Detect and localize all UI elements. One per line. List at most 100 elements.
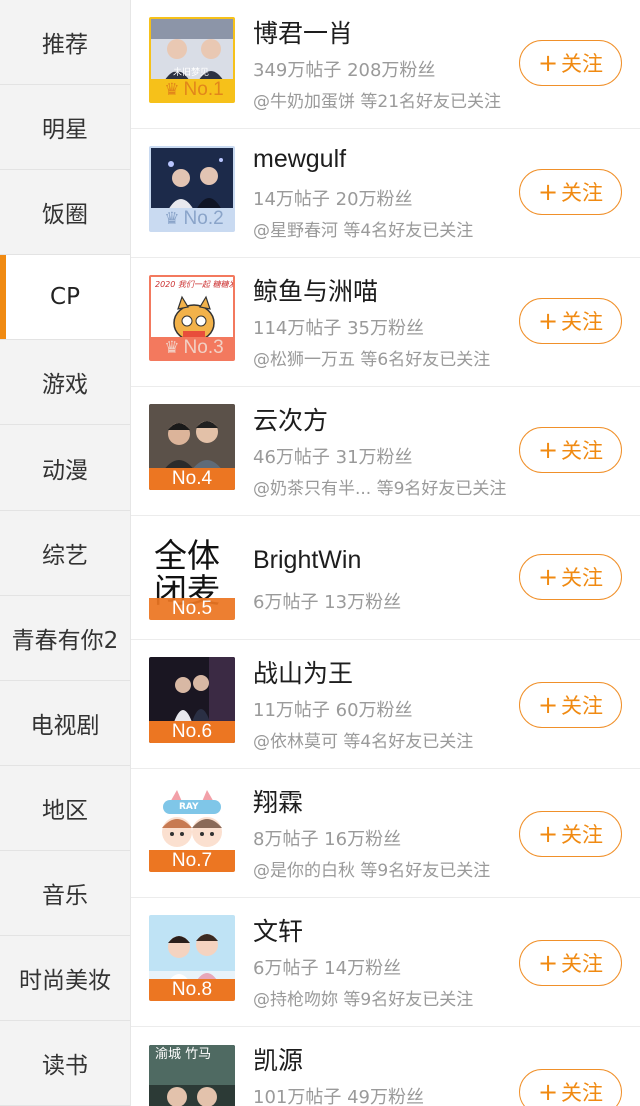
avatar[interactable]: No.4 bbox=[149, 404, 235, 490]
sidebar-item-games[interactable]: 游戏 bbox=[0, 340, 130, 426]
sidebar-item-cp[interactable]: CP bbox=[0, 255, 130, 341]
category-sidebar: 推荐 明星 饭圈 CP 游戏 动漫 综艺 青春有你2 电视剧 地区 音乐 时尚美… bbox=[0, 0, 131, 1106]
rank-badge: ♛ No.3 bbox=[151, 337, 233, 359]
plus-icon: + bbox=[537, 307, 559, 335]
friends-followed: @是你的白秋 等9名好友已关注 bbox=[253, 861, 491, 881]
cp-name[interactable]: 凯源 bbox=[253, 1041, 303, 1077]
rank-badge: ♛ No.1 bbox=[151, 79, 233, 101]
rank-label: No.3 bbox=[183, 337, 224, 358]
avatar[interactable]: 全体闭麦 No.5 bbox=[149, 534, 235, 620]
cp-name[interactable]: 战山为王 bbox=[253, 654, 353, 690]
follow-label: 关注 bbox=[561, 566, 604, 590]
crown-icon: ♛ bbox=[164, 80, 180, 99]
post-fan-count: 6万帖子 13万粉丝 bbox=[253, 592, 402, 613]
follow-label: 关注 bbox=[561, 952, 604, 976]
post-fan-count: 8万帖子 16万粉丝 bbox=[253, 829, 402, 850]
plus-icon: + bbox=[537, 1078, 559, 1106]
follow-button[interactable]: + 关注 bbox=[519, 811, 622, 857]
rank-label: No.7 bbox=[171, 850, 213, 871]
plus-icon: + bbox=[537, 563, 559, 591]
sidebar-item-fashion-beauty[interactable]: 时尚美妆 bbox=[0, 936, 130, 1022]
sidebar-item-music[interactable]: 音乐 bbox=[0, 851, 130, 937]
rank-label: No.8 bbox=[171, 979, 213, 1000]
rank-badge: No.4 bbox=[149, 468, 235, 490]
list-item[interactable]: 未旧梦见 ♛ No.1 博君一肖 349万帖子 208万粉丝 @牛奶加蛋饼 等2… bbox=[131, 0, 640, 129]
plus-icon: + bbox=[537, 820, 559, 848]
cp-name[interactable]: 翔霖 bbox=[253, 783, 303, 819]
plus-icon: + bbox=[537, 178, 559, 206]
avatar[interactable]: No.6 bbox=[149, 657, 235, 743]
avatar[interactable]: 2020 我们一起 糖糖发 ♛ No.3 bbox=[149, 275, 235, 361]
friends-followed: @持枪吻妳 等9名好友已关注 bbox=[253, 990, 474, 1010]
follow-button[interactable]: + 关注 bbox=[519, 940, 622, 986]
post-fan-count: 349万帖子 208万粉丝 bbox=[253, 60, 436, 81]
follow-label: 关注 bbox=[561, 694, 604, 718]
sidebar-item-region[interactable]: 地区 bbox=[0, 766, 130, 851]
list-item[interactable]: ♛ No.2 mewgulf 14万帖子 20万粉丝 @星野春河 等4名好友已关… bbox=[131, 129, 640, 258]
rank-badge: No.5 bbox=[149, 598, 235, 620]
sidebar-item-anime[interactable]: 动漫 bbox=[0, 425, 130, 511]
cp-name[interactable]: 鲸鱼与洲喵 bbox=[253, 272, 378, 308]
follow-button[interactable]: + 关注 bbox=[519, 169, 622, 215]
rank-label: No.5 bbox=[171, 598, 213, 619]
list-item[interactable]: No.4 云次方 46万帖子 31万粉丝 @奶茶只有半... 等9名好友已关注 … bbox=[131, 387, 640, 516]
plus-icon: + bbox=[537, 949, 559, 977]
post-fan-count: 114万帖子 35万粉丝 bbox=[253, 318, 424, 339]
avatar[interactable]: ♛ No.2 bbox=[149, 146, 235, 232]
rank-label: No.4 bbox=[171, 468, 213, 489]
post-fan-count: 46万帖子 31万粉丝 bbox=[253, 447, 413, 468]
follow-button[interactable]: + 关注 bbox=[519, 298, 622, 344]
follow-label: 关注 bbox=[561, 1081, 604, 1105]
rank-label: No.1 bbox=[183, 79, 224, 100]
post-fan-count: 101万帖子 49万粉丝 bbox=[253, 1087, 424, 1106]
follow-label: 关注 bbox=[561, 310, 604, 334]
follow-label: 关注 bbox=[561, 52, 604, 76]
follow-button[interactable]: + 关注 bbox=[519, 427, 622, 473]
list-item[interactable]: RAY No.7 翔霖 8万帖子 16万粉丝 @是你的白秋 等9名好友已关注 +… bbox=[131, 769, 640, 898]
follow-button[interactable]: + 关注 bbox=[519, 40, 622, 86]
sidebar-item-fandom[interactable]: 饭圈 bbox=[0, 170, 130, 256]
sidebar-item-reading[interactable]: 读书 bbox=[0, 1021, 130, 1106]
cp-name[interactable]: BrightWin bbox=[253, 546, 361, 575]
post-fan-count: 14万帖子 20万粉丝 bbox=[253, 189, 413, 210]
list-item[interactable]: 2020 我们一起 糖糖发 ♛ No.3 鲸鱼与洲喵 114万帖子 35万粉丝 … bbox=[131, 258, 640, 387]
cp-name[interactable]: mewgulf bbox=[253, 145, 346, 174]
avatar[interactable]: No.8 bbox=[149, 915, 235, 1001]
cp-name[interactable]: 云次方 bbox=[253, 401, 328, 437]
follow-button[interactable]: + 关注 bbox=[519, 682, 622, 728]
plus-icon: + bbox=[537, 49, 559, 77]
follow-button[interactable]: + 关注 bbox=[519, 1069, 622, 1106]
sidebar-item-youth-with-you-2[interactable]: 青春有你2 bbox=[0, 596, 130, 681]
cp-name[interactable]: 文轩 bbox=[253, 912, 303, 948]
rank-badge: ♛ No.2 bbox=[151, 208, 233, 230]
list-item[interactable]: No.6 战山为王 11万帖子 60万粉丝 @依林莫可 等4名好友已关注 + 关… bbox=[131, 640, 640, 769]
sidebar-item-stars[interactable]: 明星 bbox=[0, 85, 130, 171]
rank-label: No.6 bbox=[171, 721, 213, 742]
follow-button[interactable]: + 关注 bbox=[519, 554, 622, 600]
rank-label: No.2 bbox=[183, 208, 224, 229]
rank-badge: No.7 bbox=[149, 850, 235, 872]
post-fan-count: 11万帖子 60万粉丝 bbox=[253, 700, 413, 721]
cp-name[interactable]: 博君一肖 bbox=[253, 14, 353, 50]
list-item[interactable]: 渝城 竹马 凯源 101万帖子 49万粉丝 + 关注 bbox=[131, 1027, 640, 1106]
plus-icon: + bbox=[537, 691, 559, 719]
avatar[interactable]: RAY No.7 bbox=[149, 786, 235, 872]
rank-badge: No.6 bbox=[149, 721, 235, 743]
friends-followed: @松狮一万五 等6名好友已关注 bbox=[253, 350, 491, 370]
rank-badge: No.8 bbox=[149, 979, 235, 1001]
thumb-caption: RAY bbox=[179, 802, 199, 812]
cp-ranking-list: 未旧梦见 ♛ No.1 博君一肖 349万帖子 208万粉丝 @牛奶加蛋饼 等2… bbox=[131, 0, 640, 1106]
crown-icon: ♛ bbox=[164, 338, 180, 357]
friends-followed: @牛奶加蛋饼 等21名好友已关注 bbox=[253, 92, 502, 112]
sidebar-item-recommend[interactable]: 推荐 bbox=[0, 0, 130, 86]
sidebar-item-tv-series[interactable]: 电视剧 bbox=[0, 681, 130, 766]
post-fan-count: 6万帖子 14万粉丝 bbox=[253, 958, 402, 979]
avatar[interactable]: 未旧梦见 ♛ No.1 bbox=[149, 17, 235, 103]
avatar[interactable]: 渝城 竹马 bbox=[149, 1045, 235, 1106]
list-item[interactable]: No.8 文轩 6万帖子 14万粉丝 @持枪吻妳 等9名好友已关注 + 关注 bbox=[131, 898, 640, 1027]
sidebar-item-variety[interactable]: 综艺 bbox=[0, 511, 130, 596]
friends-followed: @奶茶只有半... 等9名好友已关注 bbox=[253, 479, 507, 499]
follow-label: 关注 bbox=[561, 823, 604, 847]
thumb-caption: 2020 我们一起 糖糖发 bbox=[155, 280, 235, 289]
list-item[interactable]: 全体闭麦 No.5 BrightWin 6万帖子 13万粉丝 + 关注 bbox=[131, 516, 640, 640]
